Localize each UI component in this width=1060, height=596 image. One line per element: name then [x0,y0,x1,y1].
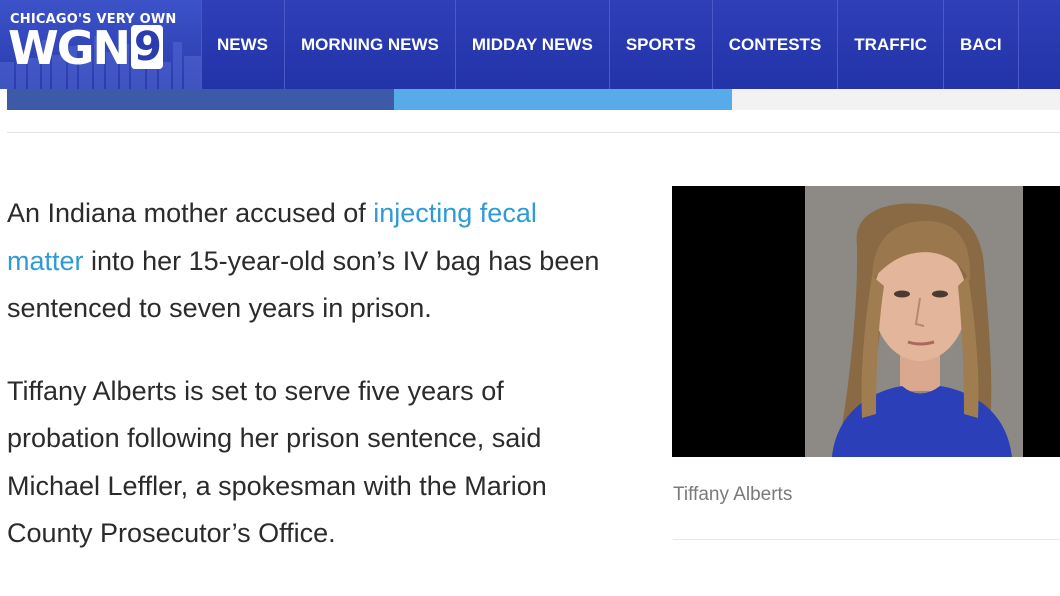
site-header: CHICAGO'S VERY OWN WGN 9 NEWS MORNING NEW… [0,0,1060,89]
nav-item-midday-news[interactable]: MIDDAY NEWS [456,0,610,89]
mugshot-photo[interactable] [672,186,1060,457]
article-body: An Indiana mother accused of injecting f… [7,190,617,593]
nav-item-contests[interactable]: CONTESTS [713,0,839,89]
p1-text-start: An Indiana mother accused of [7,198,374,228]
p1-text-end: into her 15-year-old son’s IV bag has be… [7,245,600,324]
article-paragraph-2: Tiffany Alberts is set to serve five yea… [7,375,547,549]
mugshot-image [672,186,1060,457]
share-twitter-button[interactable] [394,89,732,110]
share-bar [7,89,1060,110]
logo-word-text: WGN [8,21,131,75]
nav-item-sports[interactable]: SPORTS [610,0,713,89]
photo-caption: Tiffany Alberts [673,484,793,505]
nav-item-back[interactable]: BACI [944,0,1019,89]
share-facebook-button[interactable] [7,89,394,110]
logo-number: 9 [131,25,163,69]
caption-divider [673,539,1060,540]
nav-item-traffic[interactable]: TRAFFIC [838,0,944,89]
divider [7,132,1060,133]
main-nav: NEWS MORNING NEWS MIDDAY NEWS SPORTS CON… [201,0,1019,89]
wgn9-logo[interactable]: CHICAGO'S VERY OWN WGN 9 [0,0,202,89]
nav-item-news[interactable]: NEWS [201,0,285,89]
logo-wordmark: WGN 9 [8,22,163,74]
nav-item-morning-news[interactable]: MORNING NEWS [285,0,456,89]
article-paragraph-1: An Indiana mother accused of injecting f… [7,190,617,333]
